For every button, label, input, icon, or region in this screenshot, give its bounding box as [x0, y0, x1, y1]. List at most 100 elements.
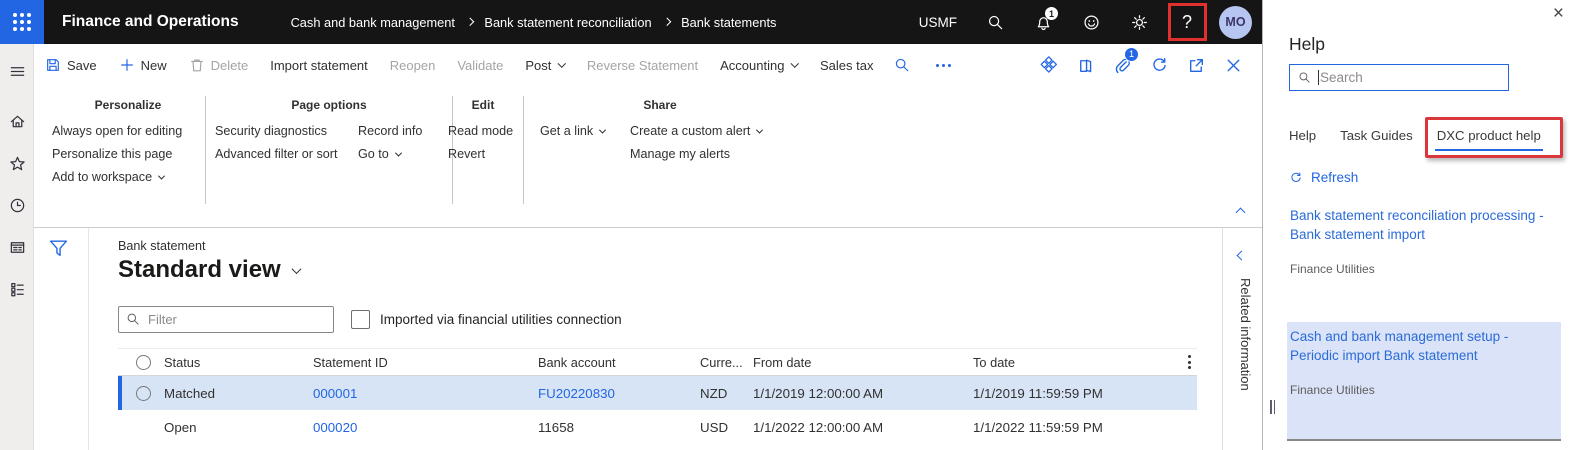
more-options-button[interactable] — [926, 63, 961, 67]
view-title-dropdown[interactable]: Standard view — [118, 256, 302, 284]
help-search-input[interactable]: Search — [1289, 64, 1509, 91]
feedback-button[interactable] — [1067, 0, 1115, 44]
diamond-grid-icon — [1040, 55, 1057, 73]
column-header-status[interactable]: Status — [164, 355, 313, 370]
attachments-button[interactable]: 1 — [1104, 45, 1141, 85]
help-refresh-button[interactable]: Refresh — [1289, 170, 1358, 185]
bank-account-link[interactable]: FU20220830 — [538, 386, 700, 401]
tab-help[interactable]: Help — [1289, 128, 1316, 143]
personalize-this-page-button[interactable]: Personalize this page — [52, 147, 182, 161]
search-button[interactable] — [971, 0, 1019, 44]
funnel-icon — [49, 240, 68, 257]
reverse-statement-button[interactable]: Reverse Statement — [576, 58, 709, 73]
table-row[interactable]: Open 000020 11658 USD 1/1/2022 12:00:00 … — [118, 410, 1197, 444]
text-cursor — [1318, 70, 1319, 85]
question-mark-icon: ? — [1181, 11, 1192, 32]
expand-menu-button[interactable] — [0, 52, 34, 90]
revert-button[interactable]: Revert — [448, 147, 513, 161]
new-button[interactable]: New — [108, 57, 178, 73]
grid-filter-input[interactable] — [118, 306, 334, 333]
help-panel: × Help Search Help Task Guides DXC produ… — [1262, 0, 1574, 450]
column-header-from-date[interactable]: From date — [753, 355, 973, 370]
notifications-button[interactable]: 1 — [1019, 0, 1067, 44]
column-header-bank-account[interactable]: Bank account — [538, 355, 700, 370]
settings-button[interactable] — [1115, 0, 1163, 44]
imported-via-fu-checkbox[interactable] — [351, 310, 370, 329]
app-launcher-button[interactable] — [0, 0, 44, 44]
close-help-icon[interactable]: × — [1553, 4, 1564, 23]
column-options-kebab[interactable] — [1188, 355, 1191, 369]
panel-resize-handle[interactable] — [1270, 400, 1275, 414]
breadcrumb-item[interactable]: Cash and bank management — [291, 15, 455, 30]
related-information-pane[interactable]: Related information — [1222, 228, 1262, 450]
row-select-radio[interactable] — [136, 385, 151, 401]
breadcrumb-item[interactable]: Bank statement reconciliation — [484, 15, 651, 30]
go-to-dropdown[interactable]: Go to — [358, 147, 422, 161]
collapse-ribbon-button[interactable] — [1235, 205, 1246, 219]
get-a-link-dropdown[interactable]: Get a link — [540, 124, 612, 138]
post-dropdown-button[interactable]: Post — [514, 58, 576, 73]
table-row[interactable]: Matched 000001 FU20220830 NZD 1/1/2019 1… — [118, 376, 1197, 410]
always-open-for-editing-button[interactable]: Always open for editing — [52, 124, 182, 138]
filter-pane-button[interactable] — [48, 238, 88, 259]
breadcrumb-item[interactable]: Bank statements — [681, 15, 776, 30]
help-article-title[interactable]: Bank statement reconciliation processing… — [1290, 206, 1553, 244]
column-header-statement-id[interactable]: Statement ID — [313, 355, 538, 370]
checkbox-label: Imported via financial utilities connect… — [380, 312, 622, 327]
modules-nav-button[interactable] — [0, 270, 34, 308]
dynamics-workspace-button[interactable] — [1030, 45, 1067, 85]
avatar[interactable]: MO — [1219, 5, 1252, 39]
close-page-button[interactable] — [1215, 45, 1252, 85]
column-header-currency[interactable]: Curre... — [700, 355, 753, 370]
advanced-filter-or-sort-button[interactable]: Advanced filter or sort — [215, 147, 342, 161]
tab-task-guides[interactable]: Task Guides — [1340, 128, 1413, 143]
attachments-badge: 1 — [1124, 47, 1139, 62]
chevron-down-icon — [756, 126, 764, 134]
help-article[interactable]: Bank statement reconciliation processing… — [1287, 201, 1561, 322]
reopen-button[interactable]: Reopen — [379, 58, 447, 73]
company-switch-button[interactable] — [1067, 45, 1104, 85]
recent-nav-button[interactable] — [0, 186, 34, 224]
from-date-cell: 1/1/2019 12:00:00 AM — [753, 385, 884, 401]
open-in-new-window-button[interactable] — [1178, 45, 1215, 85]
actionbar-search-button[interactable] — [886, 57, 918, 73]
help-panel-title: Help — [1289, 34, 1325, 54]
statement-id-link[interactable]: 000001 — [313, 386, 538, 401]
help-article-title[interactable]: Cash and bank management setup - Periodi… — [1290, 327, 1553, 365]
delete-button[interactable]: Delete — [178, 57, 260, 73]
statement-id-link[interactable]: 000020 — [313, 420, 538, 435]
manage-my-alerts-button[interactable]: Manage my alerts — [630, 147, 762, 161]
grid-filter-field[interactable] — [118, 306, 334, 333]
search-icon — [127, 313, 139, 325]
record-info-button[interactable]: Record info — [358, 124, 422, 138]
security-diagnostics-button[interactable]: Security diagnostics — [215, 124, 342, 138]
ribbon-group-edit: Edit Read mode Revert — [448, 98, 518, 161]
help-article[interactable]: Cash and bank management setup - Periodi… — [1287, 322, 1561, 441]
create-custom-alert-dropdown[interactable]: Create a custom alert — [630, 124, 764, 138]
accounting-dropdown-button[interactable]: Accounting — [709, 58, 809, 73]
help-article-source: Finance Utilities — [1290, 383, 1375, 397]
chevron-left-icon — [1236, 250, 1246, 261]
favorites-nav-button[interactable] — [0, 144, 34, 182]
home-nav-button[interactable] — [0, 102, 34, 140]
topbar-actions: USMF 1 ? MO — [919, 0, 1262, 44]
app-title[interactable]: Finance and Operations — [62, 13, 239, 31]
workspaces-nav-button[interactable] — [0, 228, 34, 266]
popout-icon — [1190, 58, 1203, 72]
sales-tax-button[interactable]: Sales tax — [809, 58, 884, 73]
add-to-workspace-dropdown[interactable]: Add to workspace — [52, 170, 182, 184]
tab-dxc-product-help[interactable]: DXC product help — [1434, 128, 1543, 151]
refresh-button[interactable] — [1141, 45, 1178, 85]
import-statement-button[interactable]: Import statement — [259, 58, 379, 73]
read-mode-button[interactable]: Read mode — [448, 124, 513, 138]
news-icon — [10, 241, 24, 253]
column-header-to-date[interactable]: To date — [973, 355, 1168, 370]
validate-button[interactable]: Validate — [446, 58, 514, 73]
main-content: Bank statement Standard view Imported vi… — [34, 228, 1262, 450]
clock-icon — [10, 198, 24, 212]
expand-related-pane-button[interactable] — [1236, 246, 1248, 264]
help-button[interactable]: ? — [1163, 0, 1211, 44]
select-all-radio[interactable] — [136, 354, 151, 370]
save-button[interactable]: Save — [34, 57, 108, 73]
company-selector[interactable]: USMF — [919, 15, 957, 30]
